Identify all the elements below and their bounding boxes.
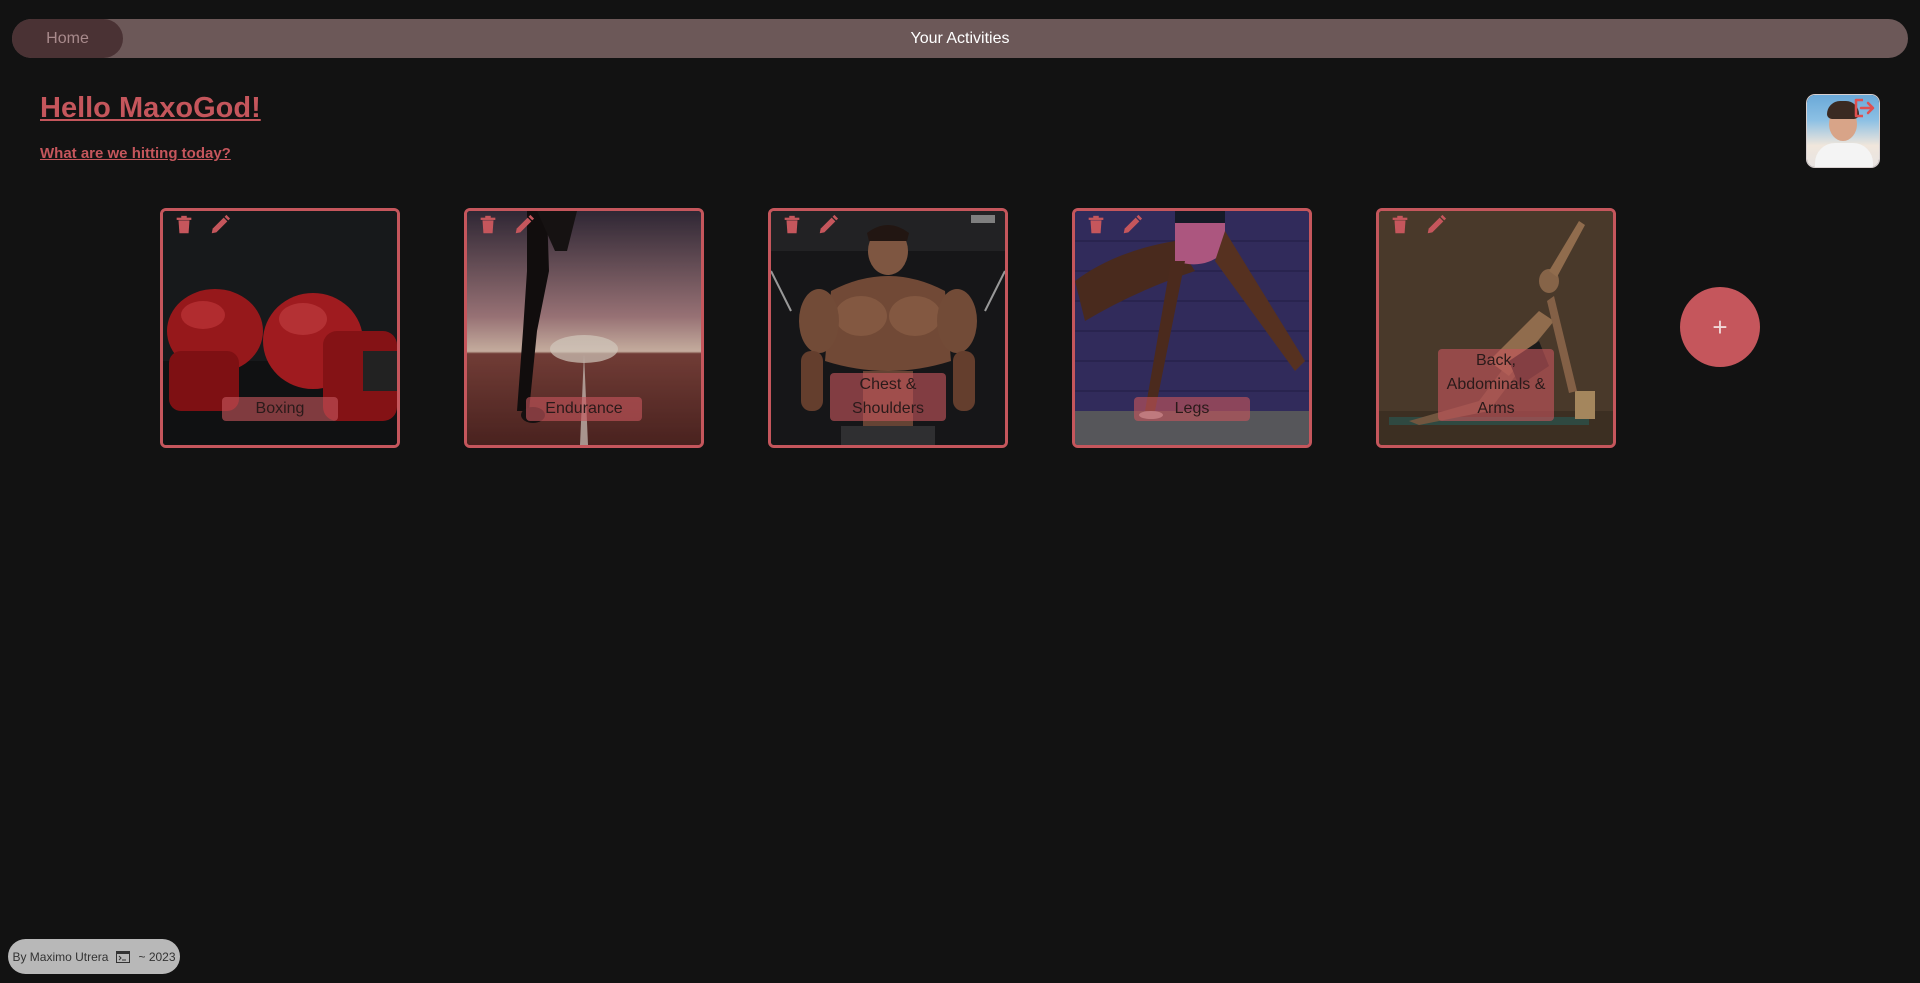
footer-author: By Maximo Utrera: [12, 949, 109, 964]
pencil-icon[interactable]: [1121, 214, 1143, 236]
pencil-icon[interactable]: [817, 214, 839, 236]
avatar-shirt: [1815, 143, 1873, 167]
add-activity-button[interactable]: +: [1680, 287, 1760, 367]
activity-label: Legs: [1134, 397, 1250, 421]
pencil-icon[interactable]: [1425, 214, 1447, 236]
pencil-icon[interactable]: [513, 214, 535, 236]
page-title: Your Activities: [910, 29, 1010, 47]
trash-icon[interactable]: [477, 214, 499, 236]
home-button[interactable]: Home: [12, 19, 123, 58]
greeting-heading: Hello MaxoGod!: [40, 92, 261, 124]
trash-icon[interactable]: [173, 214, 195, 236]
terminal-icon[interactable]: [116, 950, 131, 963]
activity-card-chest-shoulders[interactable]: Chest & Shoulders: [768, 208, 1008, 448]
footer-year: ~ 2023: [138, 949, 176, 964]
activity-card-boxing[interactable]: Boxing: [160, 208, 400, 448]
activity-label: Back, Abdominals & Arms: [1438, 349, 1554, 421]
pencil-icon[interactable]: [209, 214, 231, 236]
activity-label: Boxing: [222, 397, 338, 421]
trash-icon[interactable]: [781, 214, 803, 236]
greeting-subtitle: What are we hitting today?: [40, 145, 231, 162]
activity-card-endurance[interactable]: Endurance: [464, 208, 704, 448]
logout-icon[interactable]: [1853, 97, 1877, 119]
trash-icon[interactable]: [1389, 214, 1411, 236]
activity-card-back-abs-arms[interactable]: Back, Abdominals & Arms: [1376, 208, 1616, 448]
top-navigation-bar: Home Your Activities: [12, 19, 1908, 58]
activity-label: Endurance: [526, 397, 642, 421]
user-avatar[interactable]: [1807, 95, 1879, 167]
footer-credit: By Maximo Utrera ~ 2023: [8, 939, 180, 974]
trash-icon[interactable]: [1085, 214, 1107, 236]
activity-card-legs[interactable]: Legs: [1072, 208, 1312, 448]
activity-label: Chest & Shoulders: [830, 373, 946, 421]
